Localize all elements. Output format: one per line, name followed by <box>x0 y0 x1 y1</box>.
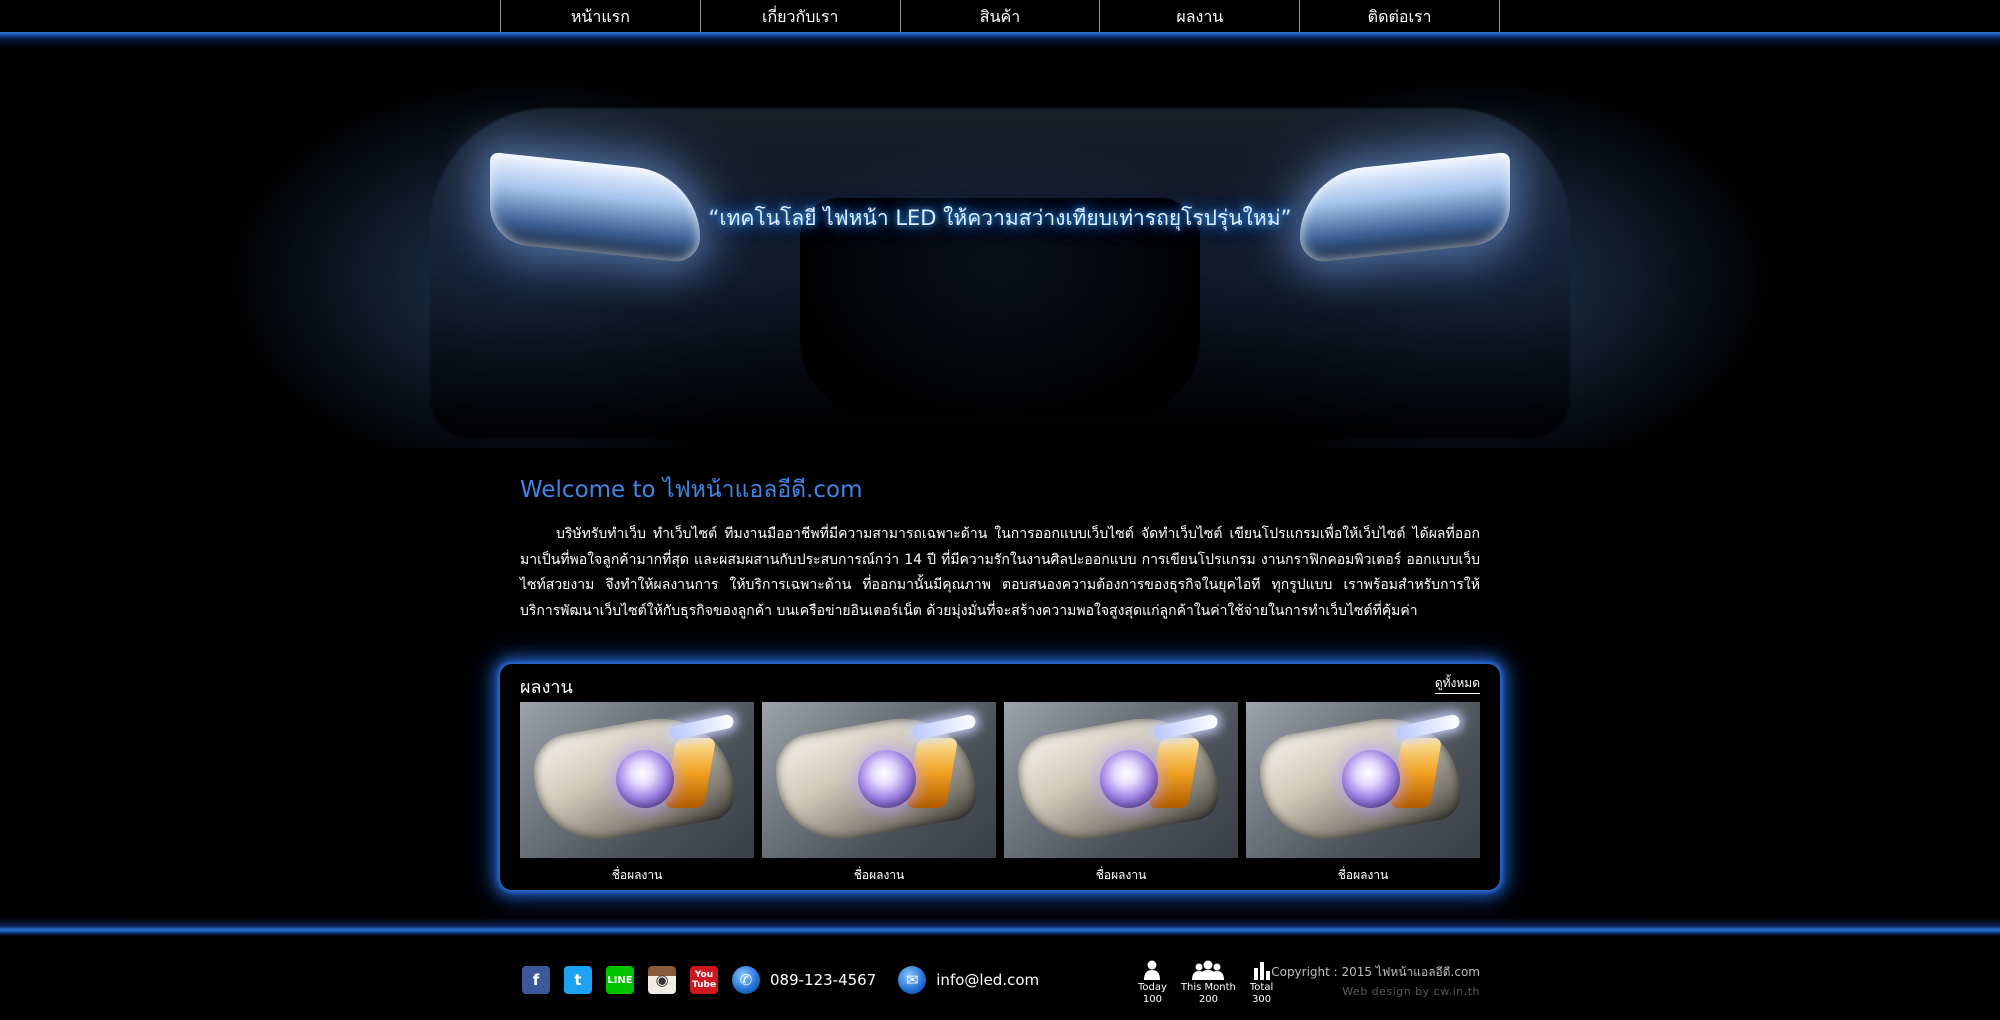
stat-today: Today 100 <box>1138 958 1167 1006</box>
portfolio-image[interactable] <box>1246 702 1480 858</box>
users-icon <box>1181 958 1236 980</box>
user-icon <box>1138 958 1167 980</box>
nav-item-about[interactable]: เกี่ยวกับเรา <box>699 0 900 32</box>
portfolio-caption[interactable]: ชื่อผลงาน <box>1004 866 1238 885</box>
portfolio-item[interactable]: ชื่อผลงาน <box>1004 702 1238 882</box>
top-glow-divider <box>0 32 2000 48</box>
visitor-stats: Today 100 This Month 200 Total 300 <box>1138 958 1273 1006</box>
hero-banner: “เทคโนโลยี ไฟหน้า LED ให้ความสว่างเทียบเ… <box>0 48 2000 448</box>
twitter-icon[interactable]: t <box>564 966 592 994</box>
stat-month: This Month 200 <box>1181 958 1236 1006</box>
welcome-body: บริษัทรับทำเว็บ ทำเว็บไซต์ ทีมงานมืออาชี… <box>520 526 1480 619</box>
web-design-credit[interactable]: Web design by cw.in.th <box>1271 982 1480 1002</box>
hero-tagline: “เทคโนโลยี ไฟหน้า LED ให้ความสว่างเทียบเ… <box>708 206 1292 230</box>
portfolio-image[interactable] <box>1004 702 1238 858</box>
portfolio-image[interactable] <box>520 702 754 858</box>
stat-value: 200 <box>1198 994 1218 1005</box>
line-icon[interactable]: LINE <box>606 966 634 994</box>
instagram-icon[interactable]: ◉ <box>648 966 676 994</box>
social-links: f t LINE ◉ You Tube ✆ 089-123-4567 ✉ inf… <box>522 966 1047 994</box>
portfolio-caption[interactable]: ชื่อผลงาน <box>520 866 754 885</box>
copyright-block: Copyright : 2015 ไฟหน้าแอลอีดี.com Web d… <box>1271 962 1480 1002</box>
welcome-title: Welcome to ไฟหน้าแอลอีดี.com <box>520 477 863 503</box>
portfolio-item[interactable]: ชื่อผลงาน <box>520 702 754 882</box>
nav-item-portfolio[interactable]: ผลงาน <box>1099 0 1299 32</box>
portfolio-caption[interactable]: ชื่อผลงาน <box>762 866 996 885</box>
bottom-glow-divider <box>0 918 2000 936</box>
portfolio-panel: ผลงาน ดูทั้งหมด ชื่อผลงาน ชื่อผลงาน ชื่อ… <box>500 664 1500 890</box>
portfolio-title: ผลงาน <box>520 677 573 698</box>
nav-item-products[interactable]: สินค้า <box>899 0 1100 32</box>
stat-total: Total 300 <box>1250 958 1273 1006</box>
stat-value: 300 <box>1252 994 1272 1005</box>
portfolio-image[interactable] <box>762 702 996 858</box>
youtube-icon[interactable]: You Tube <box>690 966 718 994</box>
footer: f t LINE ◉ You Tube ✆ 089-123-4567 ✉ inf… <box>0 936 2000 1020</box>
copyright-text: Copyright : 2015 ไฟหน้าแอลอีดี.com <box>1271 965 1480 979</box>
phone-icon: ✆ <box>732 966 760 994</box>
bar-chart-icon <box>1250 958 1273 980</box>
facebook-icon[interactable]: f <box>522 966 550 994</box>
nav-items: หน้าแรก เกี่ยวกับเรา สินค้า ผลงาน ติดต่อ… <box>500 0 1500 32</box>
welcome-section: Welcome to ไฟหน้าแอลอีดี.com บริษัทรับทำ… <box>520 470 1480 624</box>
top-nav: หน้าแรก เกี่ยวกับเรา สินค้า ผลงาน ติดต่อ… <box>0 0 2000 32</box>
stat-value: 100 <box>1142 994 1162 1005</box>
nav-item-home[interactable]: หน้าแรก <box>500 0 700 32</box>
phone-number[interactable]: 089-123-4567 <box>770 971 876 989</box>
portfolio-item[interactable]: ชื่อผลงาน <box>1246 702 1480 882</box>
mail-icon: ✉ <box>898 966 927 994</box>
stat-label: Total <box>1249 982 1274 993</box>
view-all-link[interactable]: ดูทั้งหมด <box>1434 674 1480 694</box>
nav-item-contact[interactable]: ติดต่อเรา <box>1299 0 1500 32</box>
portfolio-thumbnails: ชื่อผลงาน ชื่อผลงาน ชื่อผลงาน ชื่อผลงาน <box>520 702 1480 882</box>
page: หน้าแรก เกี่ยวกับเรา สินค้า ผลงาน ติดต่อ… <box>0 0 2000 1020</box>
portfolio-caption[interactable]: ชื่อผลงาน <box>1246 866 1480 885</box>
stat-label: Today <box>1138 982 1167 993</box>
email-address[interactable]: info@led.com <box>936 971 1039 989</box>
stat-label: This Month <box>1180 982 1236 993</box>
portfolio-item[interactable]: ชื่อผลงาน <box>762 702 996 882</box>
